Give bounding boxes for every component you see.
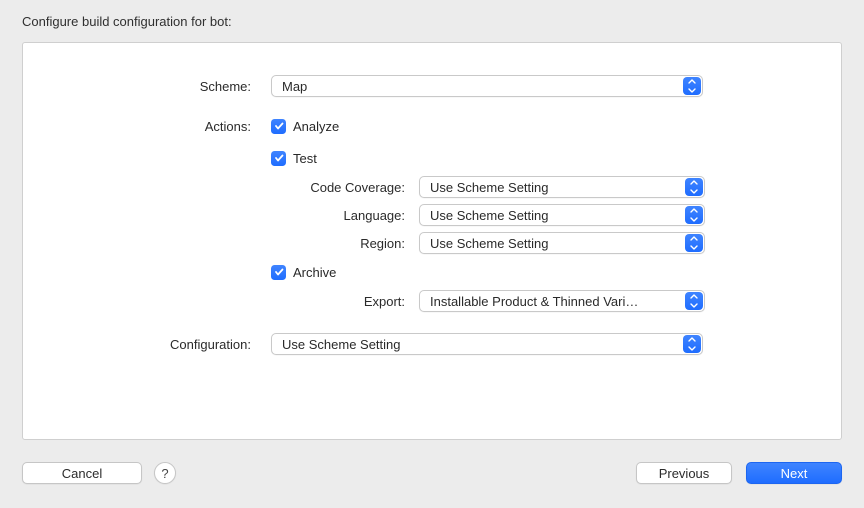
updown-icon: [683, 335, 701, 353]
region-popup[interactable]: Use Scheme Setting: [419, 232, 705, 254]
configuration-value: Use Scheme Setting: [282, 337, 401, 352]
language-popup[interactable]: Use Scheme Setting: [419, 204, 705, 226]
test-label: Test: [293, 151, 317, 166]
language-value: Use Scheme Setting: [430, 208, 549, 223]
region-label: Region:: [23, 236, 413, 251]
analyze-label: Analyze: [293, 119, 339, 134]
analyze-checkbox[interactable]: [271, 119, 286, 134]
configuration-label: Configuration:: [23, 337, 259, 352]
help-button[interactable]: ?: [154, 462, 176, 484]
language-label: Language:: [23, 208, 413, 223]
previous-button[interactable]: Previous: [636, 462, 732, 484]
test-checkbox[interactable]: [271, 151, 286, 166]
config-panel: Scheme: Map Actions: Analyze: [22, 42, 842, 440]
updown-icon: [685, 234, 703, 252]
archive-checkbox[interactable]: [271, 265, 286, 280]
scheme-popup[interactable]: Map: [271, 75, 703, 97]
next-button-label: Next: [781, 466, 808, 481]
code-coverage-popup[interactable]: Use Scheme Setting: [419, 176, 705, 198]
previous-button-label: Previous: [659, 466, 710, 481]
next-button[interactable]: Next: [746, 462, 842, 484]
scheme-value: Map: [282, 79, 307, 94]
page-title: Configure build configuration for bot:: [22, 14, 232, 29]
export-label: Export:: [23, 294, 413, 309]
cancel-button-label: Cancel: [62, 466, 102, 481]
code-coverage-label: Code Coverage:: [23, 180, 413, 195]
bot-config-window: Configure build configuration for bot: S…: [0, 0, 864, 508]
region-value: Use Scheme Setting: [430, 236, 549, 251]
export-value: Installable Product & Thinned Vari…: [430, 294, 678, 309]
footer: Cancel ? Previous Next: [22, 460, 842, 486]
help-icon: ?: [161, 466, 168, 481]
code-coverage-value: Use Scheme Setting: [430, 180, 549, 195]
updown-icon: [683, 77, 701, 95]
updown-icon: [685, 206, 703, 224]
updown-icon: [685, 178, 703, 196]
actions-label: Actions:: [23, 119, 259, 134]
configuration-popup[interactable]: Use Scheme Setting: [271, 333, 703, 355]
updown-icon: [685, 292, 703, 310]
export-popup[interactable]: Installable Product & Thinned Vari…: [419, 290, 705, 312]
archive-label: Archive: [293, 265, 336, 280]
cancel-button[interactable]: Cancel: [22, 462, 142, 484]
scheme-label: Scheme:: [23, 79, 259, 94]
